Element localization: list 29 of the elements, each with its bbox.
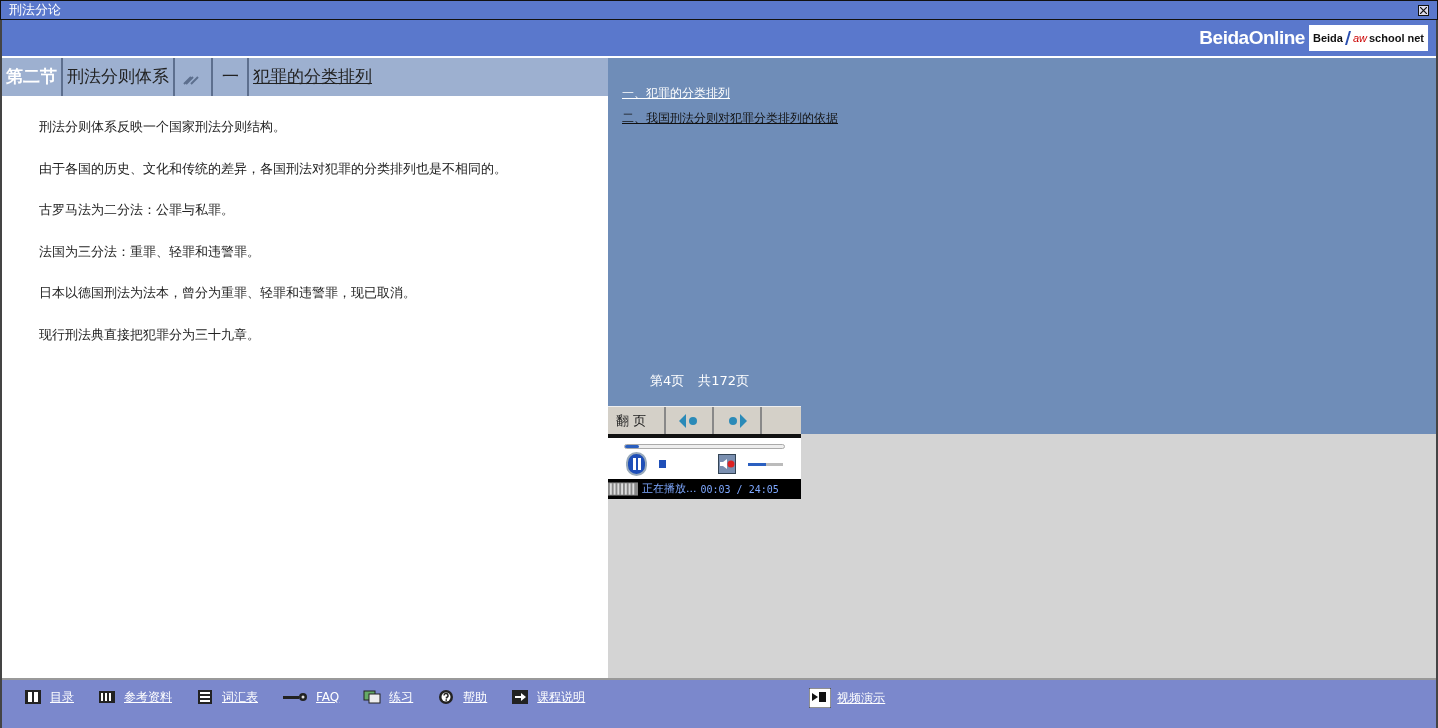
body-paragraph: 法国为三分法：重罪、轻罪和违警罪。 [39,242,261,261]
body-paragraph: 由于各国的历史、文化和传统的差异，各国刑法对犯罪的分类排列也是不相同的。 [39,159,508,178]
breadcrumb-label: 一 [213,58,249,96]
badge-text: aw [1352,30,1367,46]
toolbar-link[interactable]: 课程说明 [537,688,586,706]
toolbar-link[interactable]: 练习 [389,688,414,706]
body-paragraph: 古罗马法为二分法：公罪与私罪。 [39,201,235,219]
body-paragraph: 日本以德国刑法为法本，曾分为重罪、轻罪和违警罪，现已取消。 [39,284,417,302]
body-paragraph: 现行刑法典直接把犯罪分为三十九章。 [39,325,261,344]
toolbar-link[interactable]: 参考资料 [124,688,172,706]
page-total: 共172页 [698,371,750,390]
window-title: 刑法分论 [9,1,61,20]
toolbar-link[interactable]: 帮助 [463,688,488,706]
page-number: 第4页 [650,371,685,390]
toolbar-link[interactable]: 目录 [50,688,74,706]
badge-text: Beida [1312,30,1343,46]
time-display: 00:03 / 24:05 [700,482,779,497]
topic-link[interactable]: 犯罪的分类排列 [249,58,376,96]
video-link[interactable]: 视频演示 [837,689,886,707]
badge-text: school net [1369,30,1424,46]
toolbar-link[interactable]: 词汇表 [222,688,258,706]
section-label: 第二节 [2,58,63,96]
toolbar-link[interactable]: FAQ [316,688,340,706]
brand-logo: BeidaOnline [1199,25,1305,50]
outline-link[interactable]: 二、我国刑法分则对犯罪分类排列的依据 [622,109,838,127]
playback-status: 正在播放... [642,480,697,497]
outline-link[interactable]: 一、犯罪的分类排列 [622,84,730,102]
body-paragraph: 刑法分则体系反映一个国家刑法分则结构。 [39,118,287,136]
breadcrumb-label: 刑法分则体系 [63,58,175,96]
